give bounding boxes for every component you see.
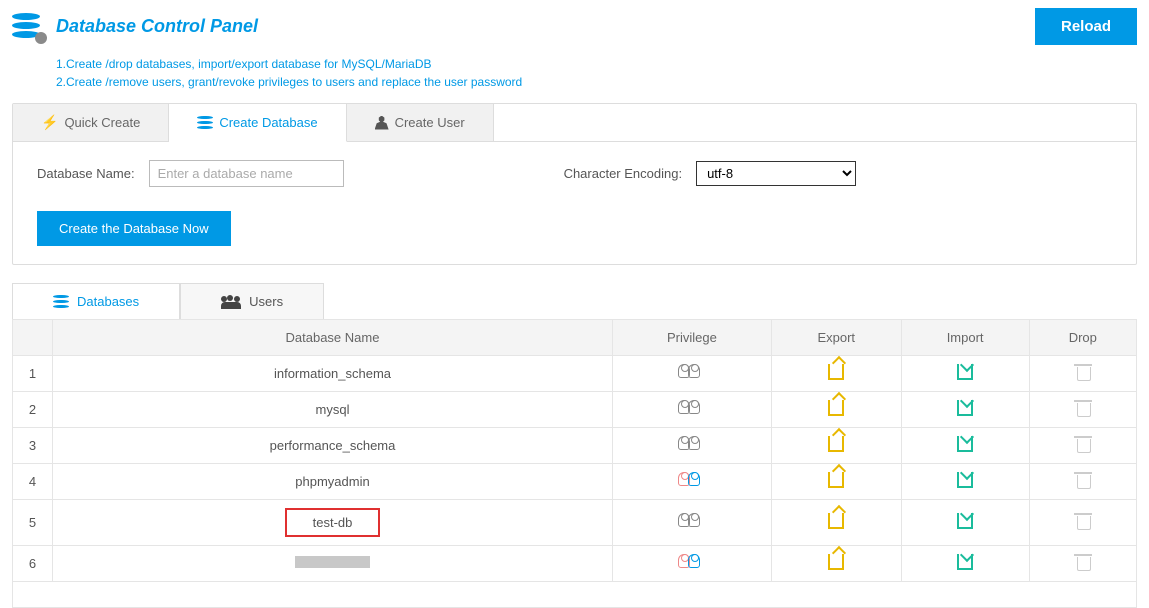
- db-name: performance_schema: [270, 438, 396, 453]
- col-privilege: Privilege: [613, 320, 772, 356]
- col-index: [13, 320, 53, 356]
- tab-create-database-label: Create Database: [219, 115, 317, 130]
- import-icon[interactable]: [957, 364, 973, 380]
- row-index: 6: [13, 546, 53, 582]
- import-icon[interactable]: [957, 436, 973, 452]
- drop-icon[interactable]: [1076, 400, 1090, 416]
- row-index: 1: [13, 356, 53, 392]
- export-icon[interactable]: [828, 364, 844, 380]
- import-icon[interactable]: [957, 513, 973, 529]
- db-name: mysql: [316, 402, 350, 417]
- table-row: 5 test-db: [13, 500, 1137, 546]
- db-name-label: Database Name:: [37, 166, 135, 181]
- privilege-icon[interactable]: [678, 364, 706, 380]
- description-line-2: 2.Create /remove users, grant/revoke pri…: [56, 73, 1149, 91]
- col-name: Database Name: [53, 320, 613, 356]
- db-name-highlighted: test-db: [285, 508, 381, 537]
- description-line-1: 1.Create /drop databases, import/export …: [56, 55, 1149, 73]
- encoding-select[interactable]: utf-8: [696, 161, 856, 186]
- description: 1.Create /drop databases, import/export …: [0, 53, 1149, 103]
- tab-create-user-label: Create User: [395, 115, 465, 130]
- databases-table: Database Name Privilege Export Import Dr…: [12, 319, 1137, 608]
- table-row: 3 performance_schema: [13, 428, 1137, 464]
- create-database-button[interactable]: Create the Database Now: [37, 211, 231, 246]
- tab-users-label: Users: [249, 294, 283, 309]
- lower-tabs: Databases Users: [12, 283, 1137, 319]
- table-row: 4 phpmyadmin: [13, 464, 1137, 500]
- drop-icon[interactable]: [1076, 364, 1090, 380]
- tab-quick-create-label: Quick Create: [64, 115, 140, 130]
- db-name-input[interactable]: [149, 160, 344, 187]
- tab-quick-create[interactable]: ⚡ Quick Create: [13, 104, 169, 141]
- tab-create-user[interactable]: Create User: [347, 104, 494, 141]
- row-index: 3: [13, 428, 53, 464]
- row-index: 2: [13, 392, 53, 428]
- page-title: Database Control Panel: [56, 16, 258, 37]
- row-index: 5: [13, 500, 53, 546]
- top-tabs: ⚡ Quick Create Create Database Create Us…: [13, 104, 1136, 142]
- create-panel: ⚡ Quick Create Create Database Create Us…: [12, 103, 1137, 265]
- table-row: 6: [13, 546, 1137, 582]
- users-icon: [221, 295, 241, 309]
- tab-users[interactable]: Users: [180, 283, 324, 319]
- database-small-icon: [197, 116, 213, 130]
- redacted-name: [295, 556, 370, 568]
- privilege-icon[interactable]: [678, 513, 706, 529]
- export-icon[interactable]: [828, 400, 844, 416]
- table-row: 2 mysql: [13, 392, 1137, 428]
- tab-databases[interactable]: Databases: [12, 283, 180, 319]
- export-icon[interactable]: [828, 554, 844, 570]
- db-name: information_schema: [274, 366, 391, 381]
- import-icon[interactable]: [957, 472, 973, 488]
- export-icon[interactable]: [828, 472, 844, 488]
- row-name-cell: phpmyadmin: [53, 464, 613, 500]
- import-icon[interactable]: [957, 554, 973, 570]
- export-icon[interactable]: [828, 436, 844, 452]
- row-name-cell: information_schema: [53, 356, 613, 392]
- tab-databases-label: Databases: [77, 294, 139, 309]
- bolt-icon: ⚡: [41, 114, 58, 131]
- table-row: 1 information_schema: [13, 356, 1137, 392]
- row-name-cell: [53, 546, 613, 582]
- user-icon: [375, 116, 389, 130]
- drop-icon[interactable]: [1076, 513, 1090, 529]
- privilege-icon[interactable]: [678, 554, 706, 570]
- drop-icon[interactable]: [1076, 472, 1090, 488]
- tab-create-database[interactable]: Create Database: [169, 104, 346, 142]
- col-export: Export: [771, 320, 901, 356]
- database-icon: [12, 13, 44, 41]
- privilege-icon[interactable]: [678, 400, 706, 416]
- empty-row: [13, 582, 1137, 608]
- col-drop: Drop: [1029, 320, 1136, 356]
- row-index: 4: [13, 464, 53, 500]
- db-name: phpmyadmin: [295, 474, 369, 489]
- privilege-icon[interactable]: [678, 436, 706, 452]
- import-icon[interactable]: [957, 400, 973, 416]
- drop-icon[interactable]: [1076, 436, 1090, 452]
- col-import: Import: [901, 320, 1029, 356]
- encoding-label: Character Encoding:: [564, 166, 683, 181]
- databases-icon: [53, 295, 69, 309]
- row-name-cell: test-db: [53, 500, 613, 546]
- export-icon[interactable]: [828, 513, 844, 529]
- row-name-cell: performance_schema: [53, 428, 613, 464]
- drop-icon[interactable]: [1076, 554, 1090, 570]
- row-name-cell: mysql: [53, 392, 613, 428]
- reload-button[interactable]: Reload: [1035, 8, 1137, 45]
- privilege-icon[interactable]: [678, 472, 706, 488]
